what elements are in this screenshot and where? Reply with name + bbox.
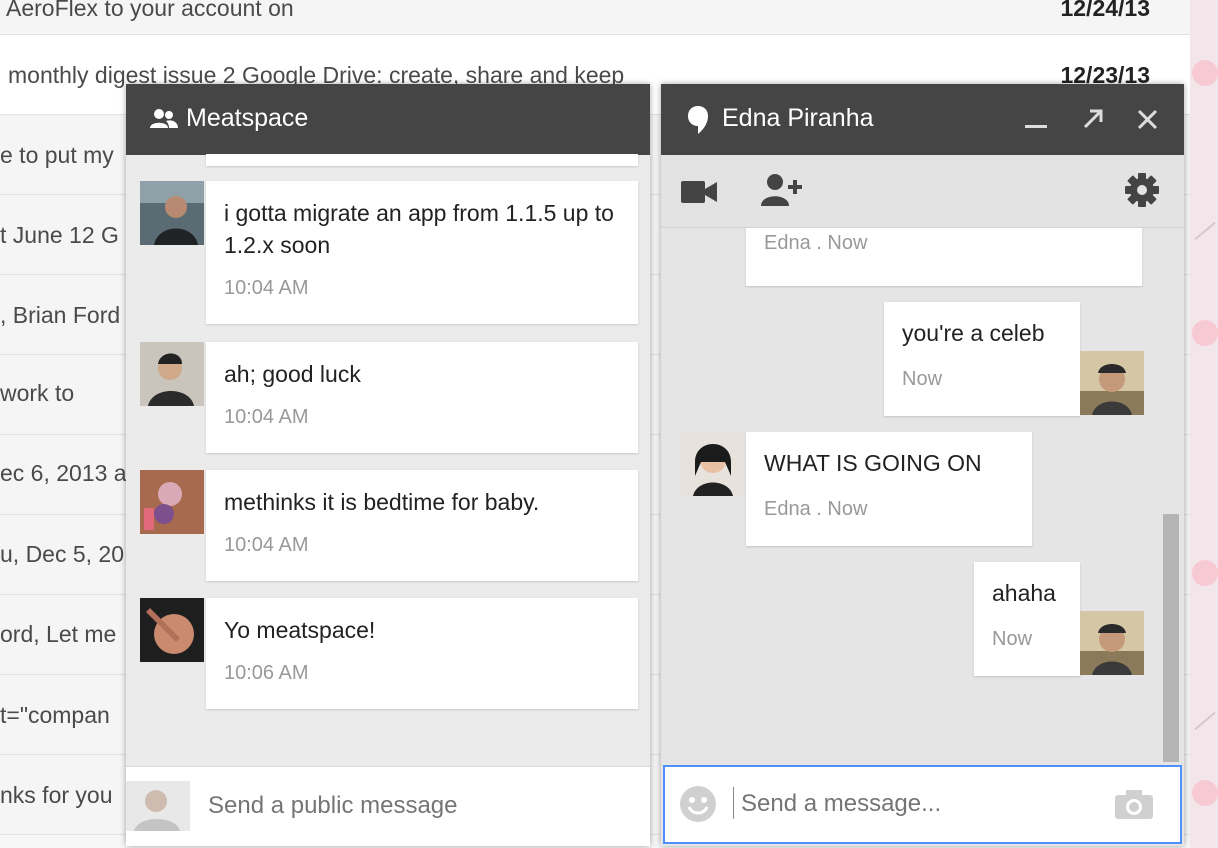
meatspace-composer bbox=[126, 766, 650, 846]
message-card: Yo meatspace! 10:06 AM bbox=[206, 598, 638, 709]
message-time: 10:04 AM bbox=[224, 406, 309, 428]
message-text: methinks it is bedtime for baby. bbox=[224, 489, 540, 515]
blossom-decoration bbox=[1192, 780, 1218, 806]
inbox-snippet: AeroFlex to your account on bbox=[6, 0, 294, 21]
message-card: ah; good luck 10:04 AM bbox=[206, 342, 638, 453]
avatar bbox=[140, 598, 204, 662]
message-card: methinks it is bedtime for baby. 10:04 A… bbox=[206, 470, 638, 581]
edna-composer bbox=[663, 765, 1182, 844]
inbox-snippet: e to put my bbox=[0, 142, 114, 168]
message-time: 10:06 AM bbox=[224, 662, 309, 684]
edna-chat-window: Edna Piranha Edna . Now you're a celeb N… bbox=[661, 84, 1184, 846]
meatspace-header[interactable]: Meatspace bbox=[126, 84, 650, 155]
edna-message-list[interactable]: Edna . Now you're a celeb Now WHAT IS GO… bbox=[661, 228, 1184, 763]
hangout-bubble-icon bbox=[688, 106, 708, 134]
blossom-decoration bbox=[1192, 320, 1218, 346]
edna-title: Edna Piranha bbox=[722, 104, 874, 132]
message-time: 10:04 AM bbox=[224, 277, 309, 299]
add-person-icon[interactable] bbox=[761, 173, 803, 207]
message-card: Edna . Now bbox=[746, 228, 1142, 286]
meatspace-chat-window: Meatspace i gotta migrate an app from 1.… bbox=[126, 84, 650, 846]
emoji-icon[interactable] bbox=[679, 785, 717, 823]
message-meta: Edna . Now bbox=[764, 498, 868, 520]
avatar bbox=[140, 342, 204, 406]
minimize-icon[interactable] bbox=[1025, 125, 1047, 128]
video-icon[interactable] bbox=[681, 181, 717, 203]
message-card: WHAT IS GOING ON Edna . Now bbox=[746, 432, 1032, 546]
message-text: ah; good luck bbox=[224, 361, 361, 387]
avatar bbox=[140, 470, 204, 534]
inbox-snippet: nks for you bbox=[0, 782, 113, 808]
scrollbar-thumb[interactable] bbox=[1163, 514, 1179, 762]
message-text: i gotta migrate an app from 1.1.5 up to … bbox=[224, 200, 614, 258]
inbox-date: 12/24/13 bbox=[1060, 0, 1150, 21]
inbox-snippet: t June 12 G bbox=[0, 222, 119, 248]
message-input[interactable] bbox=[739, 785, 1103, 823]
message-card: ahaha Now bbox=[974, 562, 1080, 676]
text-cursor bbox=[733, 787, 734, 819]
message-text: Yo meatspace! bbox=[224, 617, 376, 643]
inbox-snippet: ec 6, 2013 a bbox=[0, 460, 127, 486]
message-time: Now bbox=[902, 368, 943, 390]
camera-icon[interactable] bbox=[1115, 789, 1153, 819]
inbox-snippet: , Brian Ford bbox=[0, 302, 121, 328]
avatar bbox=[1080, 611, 1144, 675]
avatar bbox=[1080, 351, 1144, 415]
message-card: i gotta migrate an app from 1.1.5 up to … bbox=[206, 181, 638, 324]
inbox-snippet: work to bbox=[0, 380, 75, 406]
blossom-decoration bbox=[1192, 560, 1218, 586]
self-camera-preview bbox=[126, 781, 190, 831]
message-text: you're a celeb bbox=[902, 320, 1045, 346]
message-text: ahaha bbox=[992, 580, 1056, 606]
message-text: WHAT IS GOING ON bbox=[764, 450, 982, 476]
message-meta: Edna . Now bbox=[764, 232, 868, 254]
message-time: Now bbox=[992, 628, 1033, 650]
edna-header[interactable]: Edna Piranha bbox=[661, 84, 1184, 155]
meatspace-title: Meatspace bbox=[186, 104, 309, 132]
avatar bbox=[140, 181, 204, 245]
avatar bbox=[681, 432, 745, 496]
people-icon bbox=[150, 109, 178, 128]
close-icon[interactable] bbox=[1137, 109, 1158, 130]
public-message-input[interactable] bbox=[206, 787, 630, 825]
message-card: you're a celeb Now bbox=[884, 302, 1080, 416]
inbox-snippet: u, Dec 5, 20 bbox=[0, 541, 125, 567]
inbox-row[interactable]: AeroFlex to your account on 12/24/13 bbox=[0, 0, 1190, 35]
popout-icon[interactable] bbox=[1082, 108, 1104, 130]
gear-icon[interactable] bbox=[1125, 173, 1159, 207]
inbox-snippet: t="compan bbox=[0, 702, 110, 728]
edna-toolbar bbox=[661, 155, 1184, 228]
inbox-snippet: ord, Let me bbox=[0, 621, 117, 647]
message-time: 10:04 AM bbox=[224, 534, 309, 556]
message-card bbox=[206, 154, 638, 166]
blossom-decoration bbox=[1192, 60, 1218, 86]
